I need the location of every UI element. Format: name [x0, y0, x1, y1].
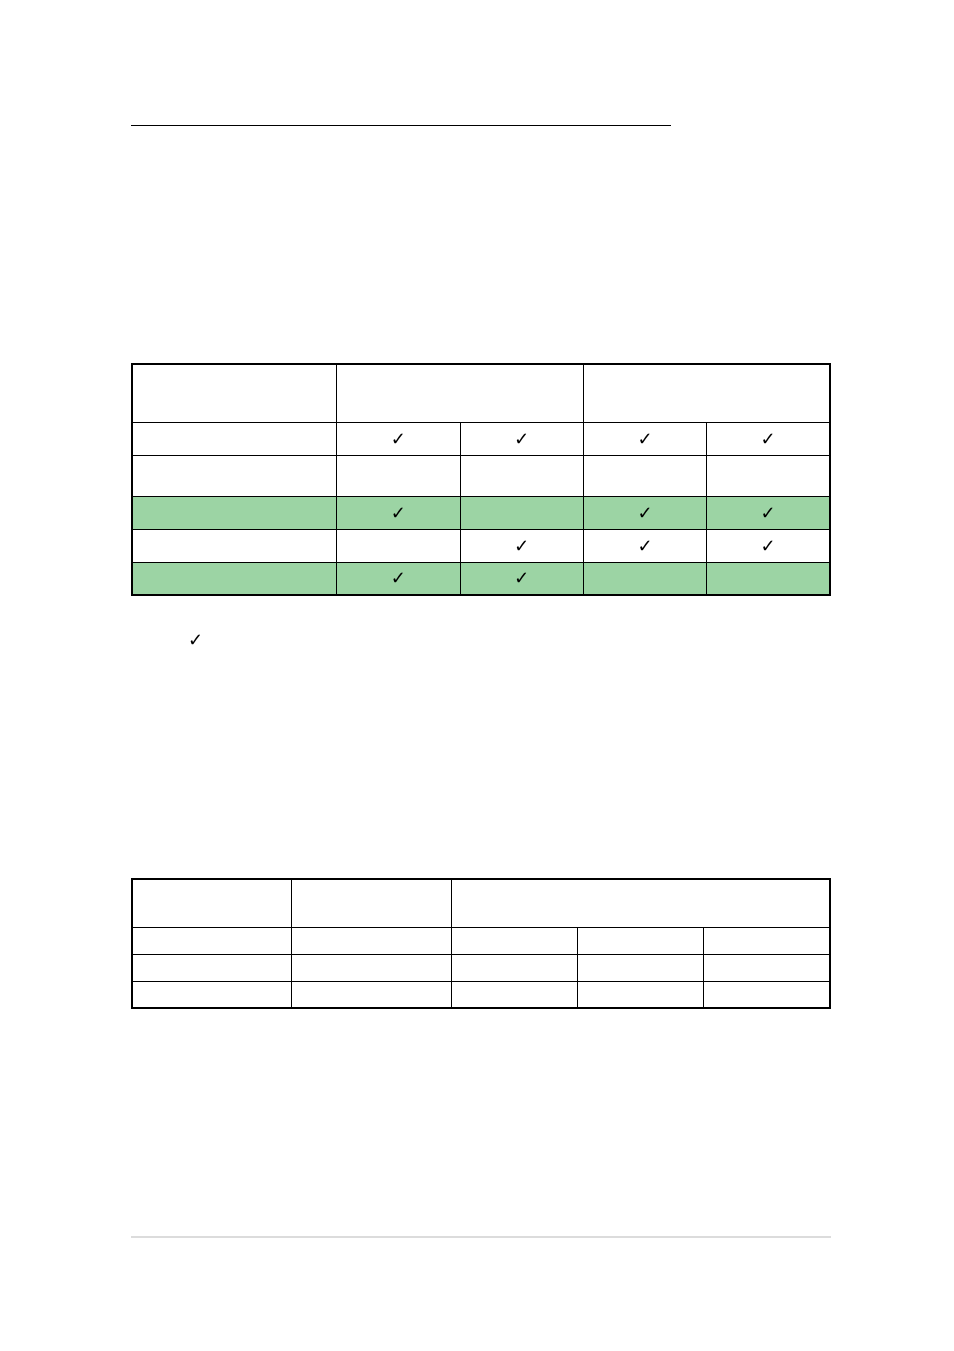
table-cell [292, 954, 452, 981]
table-row: ✓ ✓ ✓ ✓ [132, 422, 830, 455]
table-cell [292, 981, 452, 1008]
table-row: ✓ ✓ [132, 562, 830, 595]
table-row [132, 981, 830, 1008]
table-cell: ✓ [707, 496, 830, 529]
table-cell [704, 981, 830, 1008]
check-icon: ✓ [391, 430, 406, 448]
table-1: ✓ ✓ ✓ ✓ ✓ ✓ ✓ ✓ ✓ ✓ ✓ ✓ [131, 363, 831, 596]
table-row [132, 879, 830, 927]
table-cell [132, 496, 337, 529]
check-icon: ✓ [761, 430, 776, 448]
table-cell: ✓ [460, 422, 583, 455]
check-icon: ✓ [188, 630, 203, 651]
table-cell [577, 927, 703, 954]
check-icon: ✓ [514, 569, 529, 587]
table-cell [577, 954, 703, 981]
table-row: ✓ ✓ ✓ [132, 496, 830, 529]
check-icon: ✓ [637, 430, 652, 448]
table-cell [337, 455, 460, 496]
check-icon: ✓ [637, 504, 652, 522]
table-2 [131, 878, 831, 1009]
table-cell [460, 455, 583, 496]
table-cell [704, 927, 830, 954]
table-cell [583, 562, 706, 595]
table-cell [451, 927, 577, 954]
table-header-cell [132, 364, 337, 422]
table-cell [451, 954, 577, 981]
table-header-cell [292, 879, 452, 927]
table-header-cell [451, 879, 830, 927]
table-cell: ✓ [337, 422, 460, 455]
check-icon: ✓ [514, 430, 529, 448]
table-row [132, 927, 830, 954]
table-header-cell [583, 364, 830, 422]
table-cell: ✓ [337, 496, 460, 529]
check-icon: ✓ [391, 569, 406, 587]
page: ✓ ✓ ✓ ✓ ✓ ✓ ✓ ✓ ✓ ✓ ✓ ✓ [0, 0, 954, 1351]
table-cell [132, 981, 292, 1008]
table-cell: ✓ [583, 496, 706, 529]
horizontal-rule-bottom [131, 1236, 831, 1238]
check-icon: ✓ [761, 537, 776, 555]
table-cell [132, 422, 337, 455]
table-header-cell [132, 879, 292, 927]
table-cell: ✓ [707, 422, 830, 455]
table-cell: ✓ [337, 562, 460, 595]
table-row [132, 455, 830, 496]
table-cell [583, 455, 706, 496]
table-cell: ✓ [460, 562, 583, 595]
table-cell [292, 927, 452, 954]
table-row [132, 364, 830, 422]
table-cell [707, 562, 830, 595]
check-icon: ✓ [514, 537, 529, 555]
check-icon: ✓ [391, 504, 406, 522]
table-cell [460, 496, 583, 529]
table-header-cell [337, 364, 584, 422]
table-row: ✓ ✓ ✓ [132, 529, 830, 562]
table-row [132, 954, 830, 981]
table-cell: ✓ [583, 422, 706, 455]
table-cell: ✓ [460, 529, 583, 562]
check-icon: ✓ [761, 504, 776, 522]
table-cell [132, 927, 292, 954]
table-cell [577, 981, 703, 1008]
table-cell [704, 954, 830, 981]
table-cell [132, 529, 337, 562]
table-cell [451, 981, 577, 1008]
table-cell: ✓ [583, 529, 706, 562]
table-cell [132, 562, 337, 595]
check-icon: ✓ [637, 537, 652, 555]
table-cell [707, 455, 830, 496]
table-cell [132, 954, 292, 981]
table-cell [132, 455, 337, 496]
table-cell: ✓ [707, 529, 830, 562]
table-cell [337, 529, 460, 562]
horizontal-rule-top [131, 125, 671, 126]
